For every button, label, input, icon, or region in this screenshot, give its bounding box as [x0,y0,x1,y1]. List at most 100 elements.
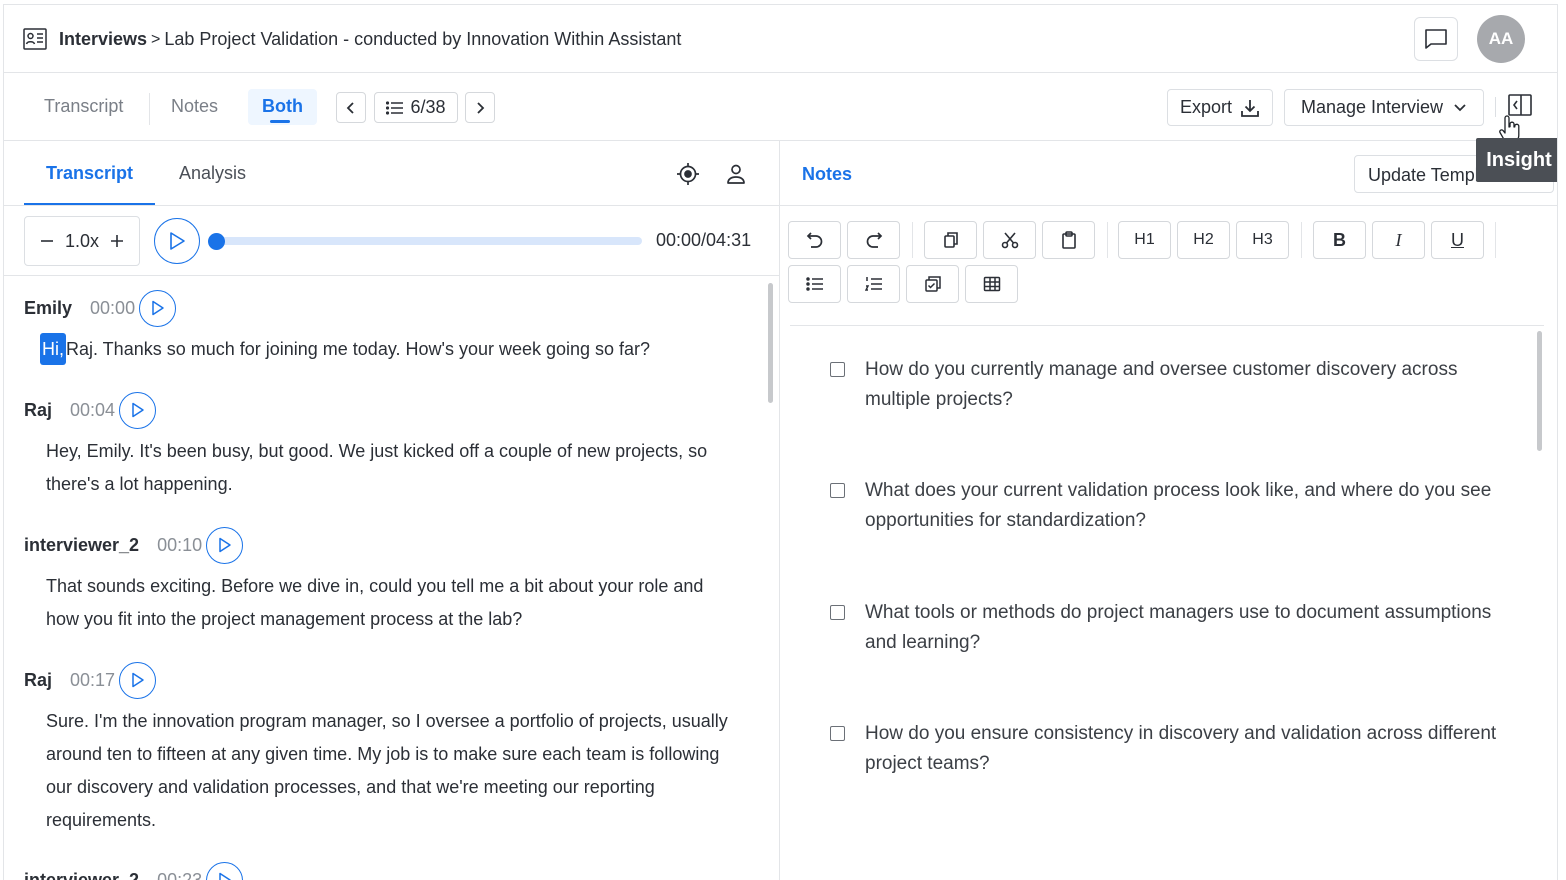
play-icon [218,537,231,553]
chevron-left-icon [346,101,354,114]
play-button[interactable] [154,218,200,264]
toolbar-separator [912,222,913,258]
redo-icon [866,232,882,248]
heading-3-button[interactable]: H3 [1236,221,1289,259]
numbered-list-button[interactable] [847,265,900,303]
clipboard-icon [1061,231,1076,249]
scissors-icon [1001,232,1018,249]
chat-button[interactable] [1414,17,1458,61]
redo-button[interactable] [847,221,900,259]
question-checkbox[interactable] [830,483,845,498]
entry-timestamp: 00:17 [70,669,116,690]
transcript-entry: interviewer_2 00:10 That sounds exciting… [24,526,739,636]
view-tab-both[interactable]: Both [248,89,317,125]
entry-play-button[interactable] [139,289,177,327]
transcript-scrollbar[interactable] [768,283,773,403]
plus-icon[interactable] [110,234,124,248]
view-toolbar: Transcript Notes Both 6/38 Export Manage… [4,73,1557,144]
progress-track[interactable] [212,237,642,245]
download-icon [1241,99,1259,117]
transcript-entry: Raj 00:17 Sure. I'm the innovation progr… [24,661,739,837]
manage-interview-dropdown[interactable]: Manage Interview [1284,89,1484,126]
question-checkbox[interactable] [830,605,845,620]
heading-1-button[interactable]: H1 [1118,221,1171,259]
question-item: How do you currently manage and oversee … [830,355,1500,415]
entry-timestamp: 00:04 [70,399,116,420]
speaker-name: Raj [24,669,53,690]
underline-button[interactable]: U [1431,221,1484,259]
bullet-list-button[interactable] [788,265,841,303]
highlighted-word[interactable]: Hi, [40,333,66,365]
export-button[interactable]: Export [1167,89,1273,126]
question-text: What does your current validation proces… [865,480,1492,531]
undo-button[interactable] [788,221,841,259]
breadcrumb-separator: > [151,30,161,48]
transcript-tabs: Transcript Analysis [4,141,779,206]
speaker-name: Raj [24,399,53,420]
italic-button[interactable]: I [1372,221,1425,259]
progress-handle[interactable] [208,233,225,250]
view-tab-notes[interactable]: Notes [171,96,218,117]
play-icon [170,232,185,250]
transcript-entry: Emily 00:00 Hi, Raj. Thanks so much for j… [24,289,739,366]
minus-icon[interactable] [40,234,54,248]
speaker-icon[interactable] [725,163,747,185]
next-interview-button[interactable] [465,92,495,123]
paste-button[interactable] [1042,221,1095,259]
insight-tooltip: Insight [1476,138,1557,182]
bullet-list-icon [805,277,823,291]
question-text: How do you ensure consistency in discove… [865,723,1497,774]
bold-button[interactable]: B [1313,221,1366,259]
entry-text: Sure. I'm the innovation program manager… [46,711,728,830]
list-icon [386,100,404,115]
tab-transcript[interactable]: Transcript [23,163,156,205]
question-checkbox[interactable] [830,726,845,741]
task-list-button[interactable] [906,265,959,303]
chat-icon [1425,29,1447,49]
tab-analysis[interactable]: Analysis [179,163,246,184]
question-checkbox[interactable] [830,362,845,377]
question-text: How do you currently manage and oversee … [865,359,1458,410]
entry-timestamp: 00:23 [157,869,203,880]
transcript-entry: Raj 00:04 Hey, Emily. It's been busy, bu… [24,391,739,501]
numbered-list-icon [864,277,882,291]
entry-play-button[interactable] [119,391,157,429]
app-window: Interviews > Lab Project Validation - co… [3,4,1558,880]
manage-interview-label: Manage Interview [1300,97,1444,117]
locate-icon[interactable] [676,162,700,186]
toolbar-bottom-border [790,325,1544,326]
toolbar-divider [1495,97,1496,117]
interview-list-button[interactable]: 6/38 [374,92,458,123]
question-text: What tools or methods do project manager… [865,602,1492,653]
tab-notes[interactable]: Notes [802,164,852,185]
speaker-name: interviewer_2 [24,534,140,555]
entry-play-button[interactable] [206,861,244,880]
speaker-name: interviewer_2 [24,869,140,880]
previous-interview-button[interactable] [336,92,366,123]
notes-header: Notes Update Template [780,141,1557,206]
table-icon [983,276,1000,292]
page-indicator: 6/38 [410,97,446,117]
transcript-entry: interviewer_2 00:23 [24,861,739,880]
view-tab-transcript[interactable]: Transcript [44,96,123,117]
export-label: Export [1179,97,1233,117]
user-avatar[interactable]: AA [1477,15,1525,63]
cut-button[interactable] [983,221,1036,259]
playback-speed-control: 1.0x [24,216,140,266]
breadcrumb: Interviews > Lab Project Validation - co… [59,29,681,50]
undo-icon [806,232,822,248]
table-button[interactable] [965,265,1018,303]
notes-scrollbar[interactable] [1537,331,1542,451]
view-tab-divider [149,93,150,125]
entry-text-body: Raj. Thanks so much for joining me today… [66,339,651,359]
entry-play-button[interactable] [206,526,244,564]
breadcrumb-interviews[interactable]: Interviews [59,29,147,50]
entry-play-button[interactable] [119,661,157,699]
transcript-pane: Transcript Analysis 1.0x 00:00/04:31 Emi… [4,141,780,880]
chevron-down-icon [1454,103,1466,111]
copy-button[interactable] [924,221,977,259]
breadcrumb-current: Lab Project Validation - conducted by In… [164,29,682,49]
heading-2-button[interactable]: H2 [1177,221,1230,259]
playback-time: 00:00/04:31 [656,230,752,250]
transcript-list: Emily 00:00 Hi, Raj. Thanks so much for j… [4,277,779,880]
